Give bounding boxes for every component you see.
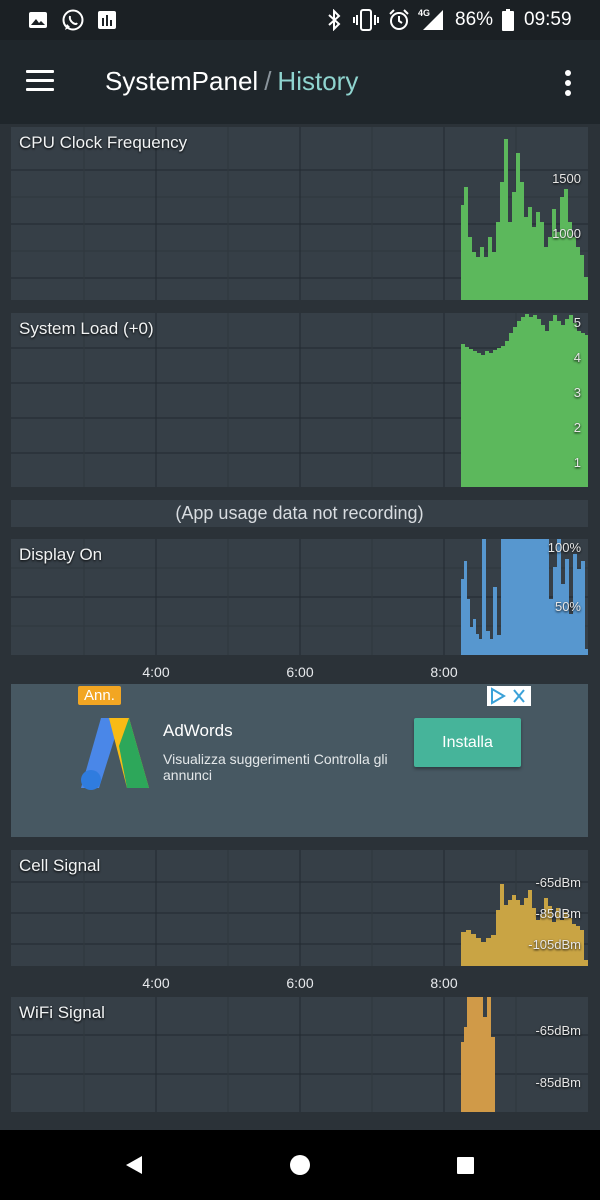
display-on-panel[interactable]: Display On 100% 50% xyxy=(11,539,588,655)
cell-y-label-105: -105dBm xyxy=(528,937,581,952)
display-y-label-50: 50% xyxy=(554,599,581,614)
recents-icon[interactable] xyxy=(457,1157,474,1179)
app-bar: SystemPanel / History xyxy=(0,40,600,124)
display-panel-label: Display On xyxy=(19,545,103,564)
navigation-bar xyxy=(0,1130,600,1200)
load-panel-label: System Load (+0) xyxy=(19,319,154,338)
x-axis-label-6: 6:00 xyxy=(286,664,314,680)
install-button[interactable]: Installa xyxy=(414,718,521,767)
system-load-area xyxy=(461,314,588,487)
back-icon[interactable] xyxy=(124,1155,144,1180)
whatsapp-icon xyxy=(61,0,85,40)
signal-icon: 4G xyxy=(417,0,445,40)
bluetooth-icon xyxy=(326,0,342,40)
cell-signal-area xyxy=(461,884,588,966)
x-axis-label-4b: 4:00 xyxy=(142,975,170,991)
hamburger-menu-icon[interactable] xyxy=(26,70,56,92)
x-axis-label-6b: 6:00 xyxy=(286,975,314,991)
cell-panel-label: Cell Signal xyxy=(19,856,101,875)
wifi-signal-panel[interactable]: WiFi Signal -65dBm -85dBm xyxy=(11,997,588,1112)
ad-banner[interactable]: Ann. AdWords Visualizza suggerimenti Con… xyxy=(11,684,588,837)
cell-signal-panel[interactable]: Cell Signal -65dBm -85dBm -105dBm xyxy=(11,850,588,966)
cell-y-label-85: -85dBm xyxy=(535,906,581,921)
vibrate-icon xyxy=(353,0,379,40)
clock: 09:59 xyxy=(524,9,572,30)
wifi-signal-area xyxy=(461,997,495,1112)
display-y-label-100: 100% xyxy=(547,540,581,555)
cpu-panel-label: CPU Clock Frequency xyxy=(19,133,188,152)
ad-choices-icon[interactable] xyxy=(487,686,531,706)
wifi-y-label-65: -65dBm xyxy=(535,1023,581,1038)
cell-y-label-65: -65dBm xyxy=(535,875,581,890)
ad-badge: Ann. xyxy=(78,686,121,705)
battery-icon xyxy=(502,0,514,40)
battery-percent: 86% xyxy=(455,9,494,30)
system-load-chart xyxy=(11,313,588,487)
home-icon[interactable] xyxy=(289,1154,311,1181)
load-y-label-2: 2 xyxy=(573,420,581,435)
section-title: History xyxy=(277,66,359,96)
x-axis-label-4: 4:00 xyxy=(142,664,170,680)
wifi-panel-label: WiFi Signal xyxy=(19,1003,105,1022)
load-y-label-5: 5 xyxy=(573,315,581,330)
adwords-logo-icon xyxy=(79,716,151,797)
cpu-y-label-1500: 1500 xyxy=(552,171,581,186)
x-axis-label-8: 8:00 xyxy=(430,664,458,680)
page-title: SystemPanel / History xyxy=(105,66,358,97)
ad-title: AdWords xyxy=(163,721,233,740)
cpu-frequency-area xyxy=(461,139,588,300)
system-load-panel[interactable]: System Load (+0) 5 4 3 2 1 xyxy=(11,313,588,487)
title-separator: / xyxy=(264,66,272,96)
image-icon xyxy=(28,0,48,40)
chart-icon xyxy=(97,0,117,40)
app-name: SystemPanel xyxy=(105,66,259,96)
ad-description: Visualizza suggerimenti Controlla gli an… xyxy=(163,751,388,783)
load-y-label-3: 3 xyxy=(573,385,581,400)
status-bar: 4G 86% 09:59 xyxy=(0,0,600,40)
load-y-label-1: 1 xyxy=(573,455,581,470)
app-usage-notice: (App usage data not recording) xyxy=(11,500,588,527)
cpu-y-label-1000: 1000 xyxy=(552,226,581,241)
x-axis-label-8b: 8:00 xyxy=(430,975,458,991)
alarm-icon xyxy=(387,0,411,40)
wifi-y-label-85: -85dBm xyxy=(535,1075,581,1090)
cpu-frequency-panel[interactable]: CPU Clock Frequency 1500 1000 xyxy=(11,127,588,300)
load-y-label-4: 4 xyxy=(573,350,581,365)
more-vert-icon[interactable] xyxy=(560,70,576,98)
